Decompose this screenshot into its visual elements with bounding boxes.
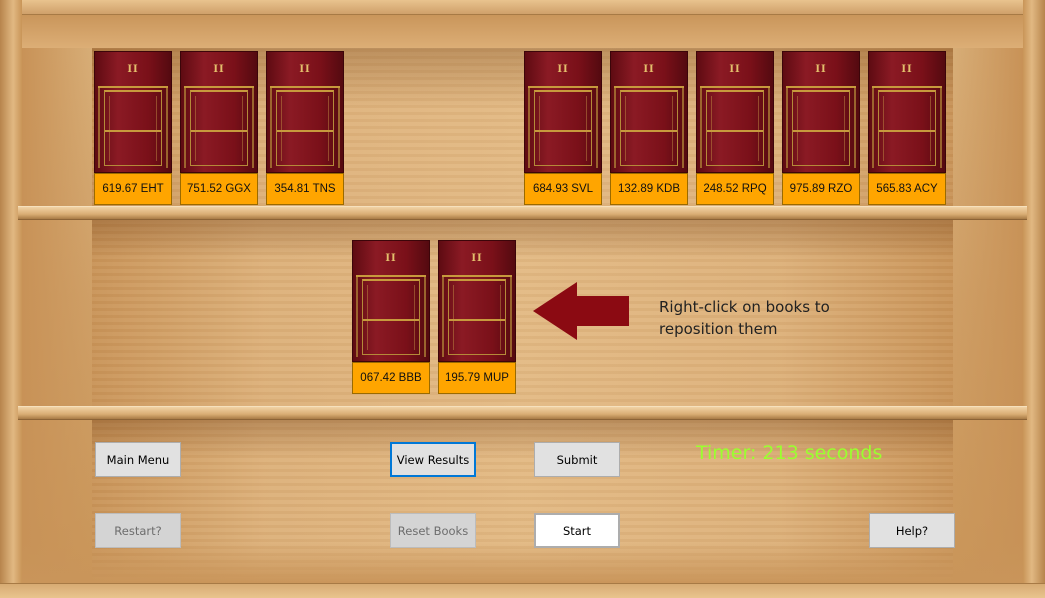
book-numeral: II [729, 64, 741, 75]
help-button[interactable]: Help? [869, 513, 955, 548]
shelf-shadow-1 [92, 218, 953, 258]
bottom-plank [0, 583, 1045, 598]
book-call-number: 751.52 GGX [180, 173, 258, 205]
book-numeral: II [643, 64, 655, 75]
bottom-inner-wall [22, 542, 1023, 584]
book-numeral: II [471, 253, 483, 264]
top-inner-wall [22, 14, 1023, 48]
book-cover: II [94, 51, 172, 173]
reset-books-button[interactable]: Reset Books [390, 513, 476, 548]
book-call-number: 067.42 BBB [352, 362, 430, 394]
book[interactable]: II 132.89 KDB [610, 51, 688, 205]
book-numeral: II [299, 64, 311, 75]
bookshelf-app: II 619.67 EHT II 751.52 GGX II 354.81 TN… [0, 0, 1045, 598]
book[interactable]: II 975.89 RZO [782, 51, 860, 205]
submit-button[interactable]: Submit [534, 442, 620, 477]
book-call-number: 619.67 EHT [94, 173, 172, 205]
restart-button[interactable]: Restart? [95, 513, 181, 548]
book-numeral: II [815, 64, 827, 75]
view-results-button[interactable]: View Results [390, 442, 476, 477]
book[interactable]: II 248.52 RPQ [696, 51, 774, 205]
book-cover: II [610, 51, 688, 173]
left-inner-wall [22, 14, 92, 584]
left-side-plank [0, 0, 22, 598]
book-call-number: 975.89 RZO [782, 173, 860, 205]
book-call-number: 565.83 ACY [868, 173, 946, 205]
instruction-text: Right-click on books to reposition them [659, 298, 830, 338]
left-arrow-icon [533, 282, 629, 340]
book[interactable]: II 195.79 MUP [438, 240, 516, 394]
book-call-number: 684.93 SVL [524, 173, 602, 205]
book-numeral: II [901, 64, 913, 75]
timer-text: Timer: 213 seconds [696, 442, 883, 464]
book-cover: II [524, 51, 602, 173]
book-cover: II [868, 51, 946, 173]
book-cover: II [782, 51, 860, 173]
shelf-middle [18, 406, 1027, 420]
book-cover: II [438, 240, 516, 362]
top-plank [0, 0, 1045, 15]
start-button[interactable]: Start [534, 513, 620, 548]
book-numeral: II [385, 253, 397, 264]
shelf-top [18, 206, 1027, 220]
book-cover: II [180, 51, 258, 173]
right-inner-wall [953, 14, 1023, 584]
book-numeral: II [127, 64, 139, 75]
book[interactable]: II 067.42 BBB [352, 240, 430, 394]
book-call-number: 132.89 KDB [610, 173, 688, 205]
book[interactable]: II 565.83 ACY [868, 51, 946, 205]
book[interactable]: II 619.67 EHT [94, 51, 172, 205]
book-call-number: 248.52 RPQ [696, 173, 774, 205]
book-numeral: II [213, 64, 225, 75]
book-call-number: 195.79 MUP [438, 362, 516, 394]
book[interactable]: II 751.52 GGX [180, 51, 258, 205]
book[interactable]: II 684.93 SVL [524, 51, 602, 205]
right-side-plank [1023, 0, 1045, 598]
book[interactable]: II 354.81 TNS [266, 51, 344, 205]
book-cover: II [352, 240, 430, 362]
book-numeral: II [557, 64, 569, 75]
book-call-number: 354.81 TNS [266, 173, 344, 205]
main-menu-button[interactable]: Main Menu [95, 442, 181, 477]
book-cover: II [696, 51, 774, 173]
book-cover: II [266, 51, 344, 173]
